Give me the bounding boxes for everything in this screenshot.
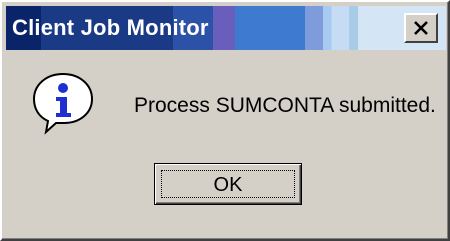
dialog-message: Process SUMCONTA submitted. xyxy=(134,94,436,117)
message-dialog: Client Job Monitor Process SUMCONTA subm… xyxy=(0,0,450,241)
close-button[interactable] xyxy=(404,13,438,43)
ok-button[interactable]: OK xyxy=(154,163,302,205)
ok-button-label: OK xyxy=(213,174,243,196)
info-icon xyxy=(32,72,94,135)
title-bar[interactable]: Client Job Monitor xyxy=(6,6,446,50)
close-icon xyxy=(414,21,428,35)
window-title: Client Job Monitor xyxy=(12,15,209,40)
